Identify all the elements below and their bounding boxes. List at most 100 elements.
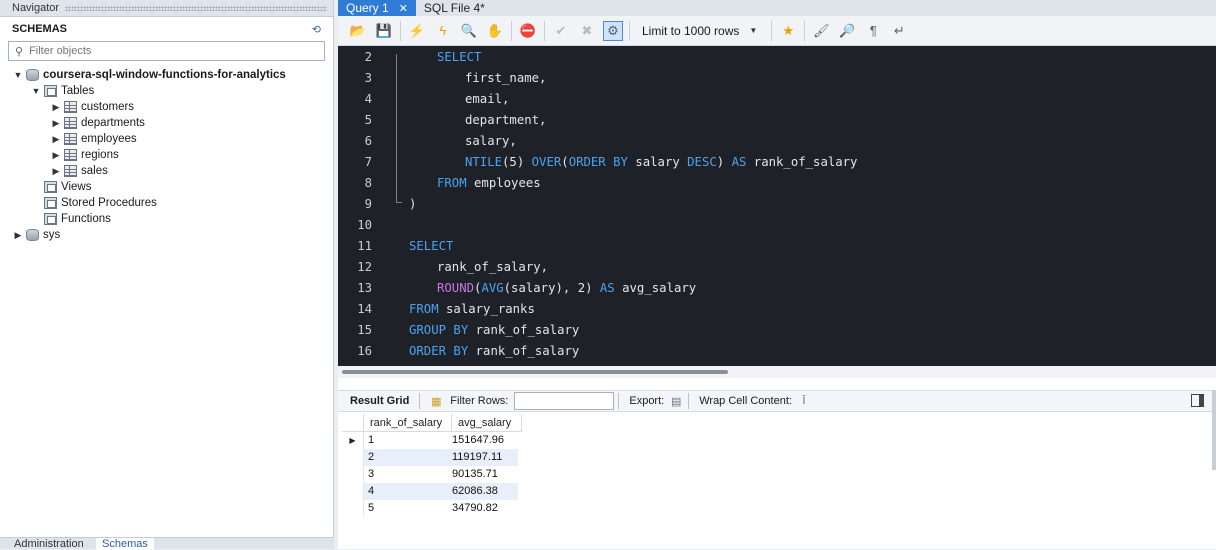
tree-table-row[interactable]: ▶ regions xyxy=(0,147,333,163)
code-text: GROUP BY rank_of_salary xyxy=(409,322,580,337)
line-number: 10 xyxy=(357,217,372,232)
code-text: email, xyxy=(465,91,510,106)
collapse-arrow-icon[interactable]: ▼ xyxy=(12,70,24,80)
table-row[interactable]: 2 119197.11 xyxy=(342,449,522,466)
expand-arrow-icon[interactable]: ▶ xyxy=(50,102,62,113)
stop-icon[interactable]: ✋ xyxy=(485,21,505,41)
line-number: 8 xyxy=(364,175,372,190)
expand-arrow-icon[interactable]: ▶ xyxy=(12,230,24,241)
code-text: rank_of_salary, xyxy=(437,259,549,274)
column-header[interactable]: avg_salary xyxy=(452,414,522,432)
schemas-header: SCHEMAS ⟲ xyxy=(0,17,333,41)
tree-tables-row[interactable]: ▼ Tables xyxy=(0,83,333,99)
close-icon[interactable]: ✕ xyxy=(399,2,408,15)
expand-arrow-icon[interactable]: ▶ xyxy=(50,118,62,129)
line-number: 9 xyxy=(364,196,372,211)
tree-schema-row[interactable]: ▼ coursera-sql-window-functions-for-anal… xyxy=(0,67,333,83)
query-editor-area: Query 1 ✕ SQL File 4* 📂 💾 ⚡ ϟ 🔍 ✋ ⛔ ✔ ✖ … xyxy=(338,0,1216,549)
table-row[interactable]: 5 34790.82 xyxy=(342,500,522,517)
panel-grip[interactable] xyxy=(65,5,327,11)
current-row-arrow-icon: ▶ xyxy=(342,432,364,449)
wrap-lines-icon[interactable]: ↵ xyxy=(889,21,909,41)
expand-arrow-icon[interactable]: ▶ xyxy=(50,134,62,145)
side-panel-toggle-icon[interactable] xyxy=(1191,394,1204,407)
table-row[interactable]: ▶ 1 151647.96 xyxy=(342,432,522,449)
code-text: first_name, xyxy=(465,70,547,85)
limit-rows-label: Limit to 1000 rows xyxy=(642,23,740,38)
column-header[interactable]: rank_of_salary xyxy=(364,414,452,432)
grid-cell[interactable]: 3 xyxy=(364,466,448,483)
sql-editor[interactable]: 2 SELECT 3 first_name, 4 email, 5 depart… xyxy=(338,46,1216,366)
grid-cell[interactable]: 90135.71 xyxy=(448,466,518,483)
editor-horizontal-scrollbar[interactable] xyxy=(338,366,1216,378)
result-grid-tab[interactable]: Result Grid xyxy=(350,395,409,407)
execute-lightning-icon[interactable]: ⚡ xyxy=(407,21,427,41)
tree-functions-row[interactable]: Functions xyxy=(0,211,333,227)
tree-table-row[interactable]: ▶ employees xyxy=(0,131,333,147)
navigator-bottom-tabs: Administration Schemas xyxy=(0,537,334,550)
tab-sql-file-4[interactable]: SQL File 4* xyxy=(416,0,493,16)
folder-icon xyxy=(44,181,57,193)
table-row[interactable]: 4 62086.38 xyxy=(342,483,522,500)
table-name: sales xyxy=(81,165,108,177)
tab-administration[interactable]: Administration xyxy=(14,538,84,550)
grid-icon[interactable]: ▦ xyxy=(428,394,444,408)
expand-arrow-icon[interactable]: ▶ xyxy=(50,150,62,161)
refresh-icon[interactable]: ⟲ xyxy=(312,23,321,36)
collapse-arrow-icon[interactable]: ▼ xyxy=(30,86,42,96)
grid-cell[interactable]: 4 xyxy=(364,483,448,500)
tab-query-1[interactable]: Query 1 ✕ xyxy=(338,0,416,16)
autocommit-icon[interactable]: ⚙ xyxy=(603,20,623,41)
line-number: 6 xyxy=(364,133,372,148)
table-icon xyxy=(64,133,77,145)
tree-sys-row[interactable]: ▶ sys xyxy=(0,227,333,243)
find-magnifier-icon[interactable]: 🔎 xyxy=(837,21,857,41)
open-folder-icon[interactable]: 📂 xyxy=(348,21,368,41)
execute-current-icon[interactable]: ϟ xyxy=(433,21,453,41)
rollback-icon[interactable]: ✖ xyxy=(577,21,597,41)
tree-table-row[interactable]: ▶ customers xyxy=(0,99,333,115)
grid-header-row: rank_of_salary avg_salary xyxy=(342,414,522,432)
filter-objects-input[interactable] xyxy=(29,45,310,57)
line-number: 2 xyxy=(364,49,372,64)
limit-rows-select[interactable]: Limit to 1000 rows ▼ xyxy=(638,21,761,41)
grid-cell[interactable]: 1 xyxy=(364,432,448,449)
tab-schemas[interactable]: Schemas xyxy=(96,538,154,550)
table-name: departments xyxy=(81,117,145,129)
scrollbar-thumb[interactable] xyxy=(342,370,728,374)
schemas-title: SCHEMAS xyxy=(12,23,68,35)
commit-icon[interactable]: ✔ xyxy=(551,21,571,41)
toggle-error-icon[interactable]: ⛔ xyxy=(518,21,538,41)
table-row[interactable]: 3 90135.71 xyxy=(342,466,522,483)
grid-cell[interactable]: 5 xyxy=(364,500,448,517)
filter-rows-input[interactable] xyxy=(514,392,615,410)
expand-arrow-icon[interactable]: ▶ xyxy=(50,166,62,177)
grid-cell[interactable]: 119197.11 xyxy=(448,449,518,466)
grid-cell[interactable]: 151647.96 xyxy=(448,432,518,449)
code-line: 12 rank_of_salary, xyxy=(338,256,1216,277)
code-line: 15 GROUP BY rank_of_salary xyxy=(338,319,1216,340)
code-line: 13 ROUND(AVG(salary), 2) AS avg_salary xyxy=(338,277,1216,298)
tab-label: SQL File 4* xyxy=(423,1,485,15)
invisible-chars-icon[interactable]: ¶ xyxy=(863,21,883,41)
beautify-brush-icon[interactable]: 🖌 xyxy=(811,21,831,41)
add-snippet-star-icon[interactable]: ★ xyxy=(778,21,798,41)
row-indicator xyxy=(342,500,364,517)
vertical-scrollbar[interactable] xyxy=(1212,390,1216,470)
grid-cell[interactable]: 34790.82 xyxy=(448,500,518,517)
navigator-titlebar: Navigator xyxy=(0,0,333,17)
separator xyxy=(511,20,512,41)
explain-magnifier-icon[interactable]: 🔍 xyxy=(459,21,479,41)
code-line: 8 FROM employees xyxy=(338,172,1216,193)
tree-procedures-row[interactable]: Stored Procedures xyxy=(0,195,333,211)
tree-table-row[interactable]: ▶ departments xyxy=(0,115,333,131)
grid-cell[interactable]: 2 xyxy=(364,449,448,466)
wrap-cell-icon[interactable]: Ī xyxy=(796,394,812,408)
line-number: 15 xyxy=(357,322,372,337)
grid-cell[interactable]: 62086.38 xyxy=(448,483,518,500)
tree-views-row[interactable]: Views xyxy=(0,179,333,195)
save-icon[interactable]: 💾 xyxy=(374,21,394,41)
filter-objects-box[interactable]: ⚲ xyxy=(8,41,325,61)
tree-table-row[interactable]: ▶ sales xyxy=(0,163,333,179)
export-icon[interactable]: ▤ xyxy=(668,394,684,408)
